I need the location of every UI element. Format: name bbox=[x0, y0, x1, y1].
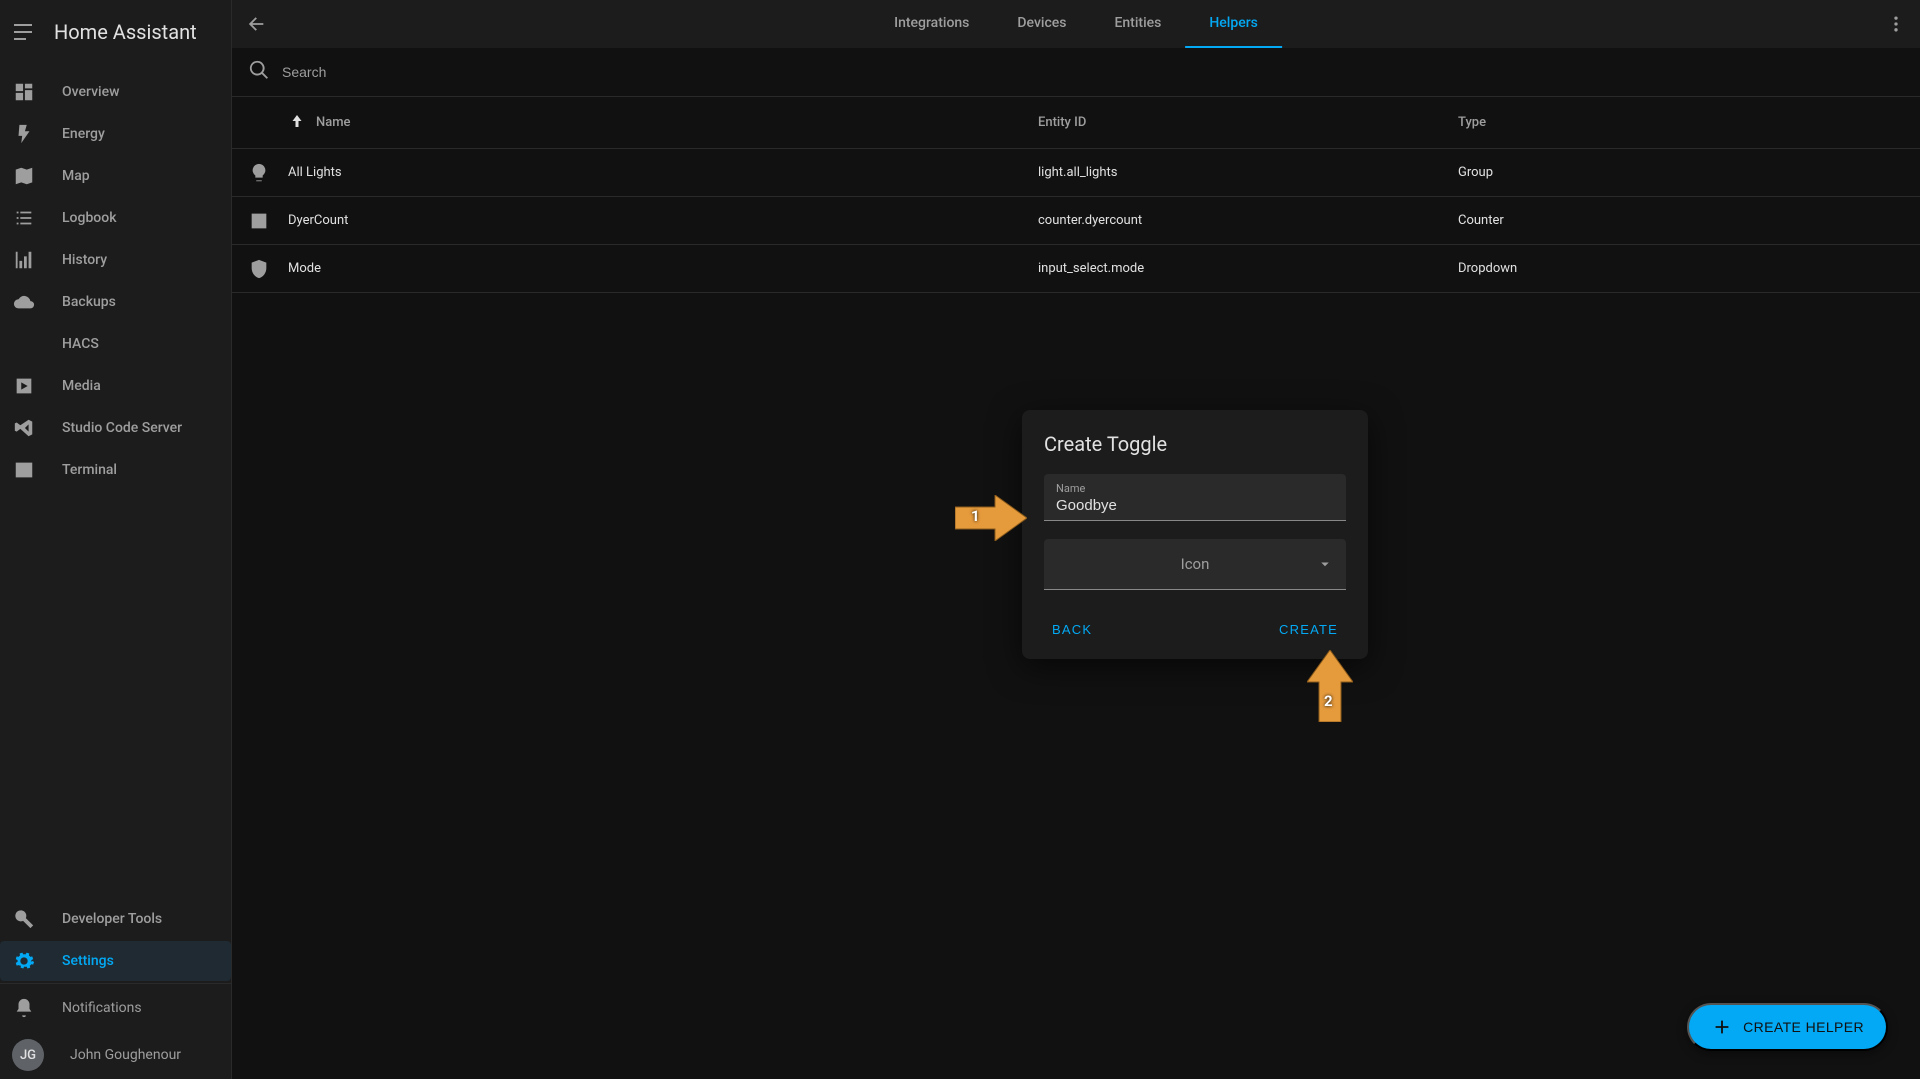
plus-icon bbox=[1711, 1016, 1733, 1038]
sidebar-item-label: Logbook bbox=[62, 210, 117, 226]
sidebar-item-notifications[interactable]: Notifications bbox=[0, 983, 231, 1031]
sidebar-item-label: Media bbox=[62, 378, 101, 394]
bell-icon bbox=[12, 996, 36, 1020]
list-icon bbox=[12, 206, 36, 230]
wrench-icon bbox=[12, 907, 36, 931]
nav-bottom: Developer Tools Settings bbox=[0, 891, 231, 983]
row-type: Group bbox=[1458, 165, 1904, 180]
sidebar-item-label: John Goughenour bbox=[70, 1047, 181, 1063]
back-button[interactable] bbox=[232, 0, 280, 48]
sidebar-item-label: Notifications bbox=[62, 1000, 142, 1016]
chart-icon bbox=[12, 248, 36, 272]
avatar: JG bbox=[12, 1039, 44, 1071]
row-entity: light.all_lights bbox=[1038, 165, 1458, 180]
row-name: Mode bbox=[288, 261, 1038, 276]
annotation-number: 1 bbox=[971, 507, 980, 525]
sidebar-item-user[interactable]: JG John Goughenour bbox=[0, 1031, 231, 1079]
column-label[interactable]: Name bbox=[316, 115, 351, 130]
counter-icon bbox=[248, 210, 288, 232]
row-name: All Lights bbox=[288, 165, 1038, 180]
field-label: Name bbox=[1056, 482, 1334, 495]
sidebar-item-label: Energy bbox=[62, 126, 105, 142]
map-icon bbox=[12, 164, 36, 188]
topbar: Integrations Devices Entities Helpers bbox=[232, 0, 1920, 48]
table-row[interactable]: All Lights light.all_lights Group bbox=[232, 149, 1920, 197]
shield-icon bbox=[248, 258, 288, 280]
icon-select[interactable]: Icon bbox=[1044, 539, 1346, 590]
sidebar-header: Home Assistant bbox=[0, 0, 231, 64]
terminal-icon bbox=[12, 458, 36, 482]
main: Integrations Devices Entities Helpers Na… bbox=[232, 0, 1920, 1079]
sidebar-item-label: Overview bbox=[62, 84, 119, 100]
sidebar-item-studio-code[interactable]: Studio Code Server bbox=[0, 408, 231, 448]
row-type: Dropdown bbox=[1458, 261, 1904, 276]
flash-icon bbox=[12, 122, 36, 146]
sidebar-item-terminal[interactable]: Terminal bbox=[0, 450, 231, 490]
sort-asc-icon[interactable] bbox=[288, 112, 306, 134]
sidebar-item-logbook[interactable]: Logbook bbox=[0, 198, 231, 238]
sidebar-item-dev-tools[interactable]: Developer Tools bbox=[0, 899, 231, 939]
annotation-number: 2 bbox=[1324, 692, 1333, 710]
create-helper-button[interactable]: CREATE HELPER bbox=[1687, 1003, 1888, 1051]
searchbar bbox=[232, 48, 1920, 96]
column-label[interactable]: Type bbox=[1458, 115, 1904, 130]
tab-helpers[interactable]: Helpers bbox=[1185, 0, 1282, 48]
dialog-title: Create Toggle bbox=[1044, 432, 1346, 456]
search-input[interactable] bbox=[282, 64, 1904, 80]
sidebar-item-label: Backups bbox=[62, 294, 116, 310]
chevron-down-icon bbox=[1316, 555, 1334, 573]
menu-toggle-icon[interactable] bbox=[14, 20, 38, 44]
annotation-arrow-1: 1 bbox=[955, 495, 1027, 545]
nav-list: Overview Energy Map Logbook History Back… bbox=[0, 64, 231, 891]
dialog-actions: BACK CREATE bbox=[1044, 608, 1346, 647]
tab-integrations[interactable]: Integrations bbox=[870, 0, 993, 48]
sidebar-item-overview[interactable]: Overview bbox=[0, 72, 231, 112]
row-name: DyerCount bbox=[288, 213, 1038, 228]
helpers-table: Name Entity ID Type All Lights light.all… bbox=[232, 96, 1920, 293]
row-type: Counter bbox=[1458, 213, 1904, 228]
sidebar-item-hacs[interactable]: HACS bbox=[0, 324, 231, 364]
overflow-menu-button[interactable] bbox=[1872, 0, 1920, 48]
name-field[interactable]: Name bbox=[1044, 474, 1346, 521]
dashboard-icon bbox=[12, 80, 36, 104]
create-toggle-dialog: Create Toggle Name Icon BACK CREATE bbox=[1022, 410, 1368, 659]
row-entity: input_select.mode bbox=[1038, 261, 1458, 276]
sidebar-item-label: Developer Tools bbox=[62, 911, 162, 927]
sidebar-item-label: History bbox=[62, 252, 107, 268]
column-label[interactable]: Entity ID bbox=[1038, 115, 1458, 130]
sidebar: Home Assistant Overview Energy Map Logbo… bbox=[0, 0, 232, 1079]
annotation-arrow-2: 2 bbox=[1307, 650, 1353, 726]
tab-devices[interactable]: Devices bbox=[993, 0, 1090, 48]
table-row[interactable]: Mode input_select.mode Dropdown bbox=[232, 245, 1920, 293]
cog-icon bbox=[12, 949, 36, 973]
sidebar-item-label: Settings bbox=[62, 953, 114, 969]
name-input[interactable] bbox=[1056, 495, 1334, 514]
sidebar-item-settings[interactable]: Settings bbox=[0, 941, 231, 981]
sidebar-item-map[interactable]: Map bbox=[0, 156, 231, 196]
sidebar-item-label: Map bbox=[62, 168, 90, 184]
vscode-icon bbox=[12, 416, 36, 440]
sidebar-item-label: Terminal bbox=[62, 462, 117, 478]
lightbulb-icon bbox=[248, 162, 288, 184]
table-header: Name Entity ID Type bbox=[232, 97, 1920, 149]
play-icon bbox=[12, 374, 36, 398]
app-title: Home Assistant bbox=[54, 20, 197, 44]
search-icon bbox=[248, 59, 270, 85]
sidebar-item-backups[interactable]: Backups bbox=[0, 282, 231, 322]
fab-label: CREATE HELPER bbox=[1743, 1019, 1864, 1035]
sidebar-item-energy[interactable]: Energy bbox=[0, 114, 231, 154]
sidebar-item-history[interactable]: History bbox=[0, 240, 231, 280]
create-button[interactable]: CREATE bbox=[1271, 612, 1346, 647]
sidebar-item-label: Studio Code Server bbox=[62, 420, 182, 436]
blank-icon bbox=[12, 332, 36, 356]
tab-entities[interactable]: Entities bbox=[1090, 0, 1185, 48]
back-button[interactable]: BACK bbox=[1044, 612, 1100, 647]
row-entity: counter.dyercount bbox=[1038, 213, 1458, 228]
sidebar-item-label: HACS bbox=[62, 336, 99, 352]
tabs: Integrations Devices Entities Helpers bbox=[870, 0, 1282, 48]
field-label: Icon bbox=[1181, 555, 1210, 573]
sidebar-item-media[interactable]: Media bbox=[0, 366, 231, 406]
cloud-icon bbox=[12, 290, 36, 314]
table-row[interactable]: DyerCount counter.dyercount Counter bbox=[232, 197, 1920, 245]
